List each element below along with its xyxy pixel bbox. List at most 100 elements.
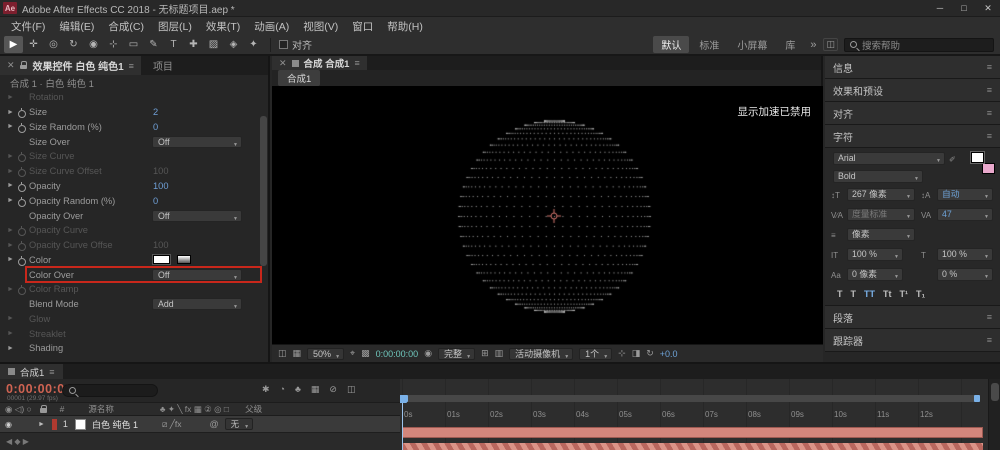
expand-arrow-icon[interactable]: ► [5, 227, 16, 234]
property-value[interactable]: 100 [153, 181, 169, 191]
stopwatch-icon[interactable] [16, 196, 29, 206]
menu-item-1[interactable]: 编辑(E) [52, 19, 101, 34]
menu-item-6[interactable]: 视图(V) [296, 19, 345, 34]
tool-6[interactable]: ▭ [124, 36, 143, 53]
leading-select[interactable]: 自动▼ [937, 188, 993, 201]
expand-arrow-icon[interactable]: ► [5, 242, 16, 249]
layer-search-field[interactable] [62, 384, 158, 397]
baseline-grid-select[interactable]: 像素▼ [847, 228, 915, 241]
fill-color-swatches[interactable] [971, 152, 995, 174]
workspace-2[interactable]: 小屏幕 [729, 36, 775, 53]
faux-style-1[interactable]: T [851, 289, 857, 299]
tool-8[interactable]: T [164, 36, 183, 53]
panel-tracker[interactable]: 跟踪器 ≡ [825, 329, 1000, 352]
faux-style-5[interactable]: T₁ [916, 289, 925, 299]
fast-preview-icon[interactable]: ◨ [632, 348, 641, 359]
property-dropdown[interactable]: Off▼ [152, 136, 242, 148]
fx-row-rotation[interactable]: ►Rotation [0, 90, 268, 105]
layer-row[interactable]: ◉ ► 1 白色 纯色 1 ⧄ ╱fx @ 无▼ [0, 416, 400, 432]
fill-color-swatch[interactable] [971, 152, 984, 163]
snapshot-icon[interactable]: ◫ [278, 348, 287, 359]
close-icon[interactable]: ✕ [279, 58, 287, 69]
tool-1[interactable]: ✛ [24, 36, 43, 53]
preview-timecode[interactable]: 0:00:00:00 [376, 349, 419, 359]
panel-character[interactable]: 字符 ≡ [825, 125, 1000, 148]
gradient-swatch[interactable] [177, 255, 191, 264]
panel-info[interactable]: 信息 ≡ [825, 56, 1000, 79]
timeline-option-icon-0[interactable]: ✱ [262, 384, 270, 395]
fx-row-shading[interactable]: ►Shading [0, 341, 268, 356]
expand-arrow-icon[interactable]: ► [5, 123, 16, 130]
expand-arrow-icon[interactable]: ► [5, 168, 16, 175]
property-dropdown[interactable]: Add▼ [152, 298, 242, 310]
expand-arrow-icon[interactable]: ► [5, 256, 16, 263]
fx-row-size[interactable]: ►Size2 [0, 105, 268, 120]
property-dropdown[interactable]: Off▼ [152, 269, 242, 281]
property-value[interactable]: 100 [153, 240, 169, 250]
channels-icon[interactable]: ▦ [293, 348, 302, 359]
refresh-icon[interactable]: ↻ [646, 348, 654, 359]
fx-row-size-random-[interactable]: ►Size Random (%)0 [0, 120, 268, 135]
panel-effects-presets[interactable]: 效果和预设 ≡ [825, 79, 1000, 102]
close-icon[interactable]: ✕ [7, 60, 15, 71]
baseline-shift-select[interactable]: 0 像素▼ [847, 268, 903, 281]
work-area-end-handle[interactable] [974, 395, 980, 402]
timeline-option-icon-5[interactable]: ◫ [347, 384, 356, 395]
timeline-option-icon-4[interactable]: ⊘ [329, 384, 337, 395]
stopwatch-icon[interactable] [16, 284, 29, 294]
menu-item-5[interactable]: 动画(A) [247, 19, 296, 34]
fx-row-color-ramp[interactable]: ►Color Ramp [0, 282, 268, 297]
menu-item-4[interactable]: 效果(T) [199, 19, 247, 34]
composition-viewport[interactable]: 显示加速已禁用 [272, 86, 823, 344]
menu-item-7[interactable]: 窗口 [345, 19, 380, 34]
property-value[interactable]: 2 [153, 107, 158, 117]
stopwatch-icon[interactable] [16, 166, 29, 176]
workspace-3[interactable]: 库 [777, 36, 803, 53]
fx-row-glow[interactable]: ►Glow [0, 311, 268, 326]
tool-11[interactable]: ◈ [224, 36, 243, 53]
view-layout-select[interactable]: 1个▼ [579, 348, 612, 360]
faux-style-4[interactable]: T¹ [900, 289, 909, 299]
stopwatch-icon[interactable] [16, 151, 29, 161]
guides-icon[interactable]: ▥ [495, 348, 504, 359]
tab-composition[interactable]: ✕ 合成 合成1 ≡ [272, 56, 367, 70]
region-of-interest-icon[interactable]: ⌖ [350, 348, 355, 359]
layer-name[interactable]: 白色 纯色 1 [92, 418, 138, 431]
faux-style-2[interactable]: TT [864, 289, 875, 299]
expand-arrow-icon[interactable]: ► [5, 153, 16, 160]
workspace-overflow-button[interactable]: » [805, 39, 821, 51]
panel-menu-icon[interactable]: ≡ [354, 58, 359, 68]
lock-icon[interactable] [20, 61, 28, 70]
layer-duration-bar[interactable] [402, 427, 983, 438]
workspace-0[interactable]: 默认 [653, 36, 689, 53]
menu-item-2[interactable]: 合成(C) [101, 19, 151, 34]
panel-menu-icon[interactable]: ≡ [987, 85, 992, 95]
stopwatch-icon[interactable] [16, 225, 29, 235]
horizontal-scale-select[interactable]: 100 %▼ [937, 248, 993, 261]
fx-row-size-curve[interactable]: ►Size Curve [0, 149, 268, 164]
font-size-select[interactable]: 267 像素▼ [847, 188, 915, 201]
expand-arrow-icon[interactable]: ► [5, 345, 16, 352]
snapshot-camera-icon[interactable]: ◉ [424, 348, 432, 359]
expand-arrow-icon[interactable]: ► [5, 315, 16, 322]
fx-row-opacity-over[interactable]: Opacity OverOff▼ [0, 208, 268, 223]
work-area-bar[interactable] [402, 395, 980, 402]
workspace-1[interactable]: 标准 [691, 36, 727, 53]
maximize-button[interactable]: □ [952, 3, 976, 14]
pickwhip-icon[interactable]: @ [209, 419, 218, 429]
expand-arrow-icon[interactable]: ► [5, 286, 16, 293]
transparency-grid-icon[interactable]: ▩ [361, 348, 370, 359]
tool-0[interactable]: ▶ [4, 36, 23, 53]
tsume-select[interactable]: 0 %▼ [937, 268, 993, 281]
fx-row-opacity-curve[interactable]: ►Opacity Curve [0, 223, 268, 238]
tool-4[interactable]: ◉ [84, 36, 103, 53]
timeline-tab[interactable]: 合成1 ≡ [0, 364, 63, 379]
fx-row-opacity-random-[interactable]: ►Opacity Random (%)0 [0, 193, 268, 208]
current-time-indicator[interactable] [402, 395, 403, 450]
fx-row-opacity[interactable]: ►Opacity100 [0, 179, 268, 194]
timeline-option-icon-1[interactable]: ◔ [280, 384, 285, 395]
panel-menu-icon[interactable]: ≡ [987, 335, 992, 345]
fx-row-color[interactable]: ►Color [0, 252, 268, 267]
layer-bar-hatched[interactable] [402, 443, 983, 450]
snap-checkbox[interactable] [279, 40, 288, 49]
